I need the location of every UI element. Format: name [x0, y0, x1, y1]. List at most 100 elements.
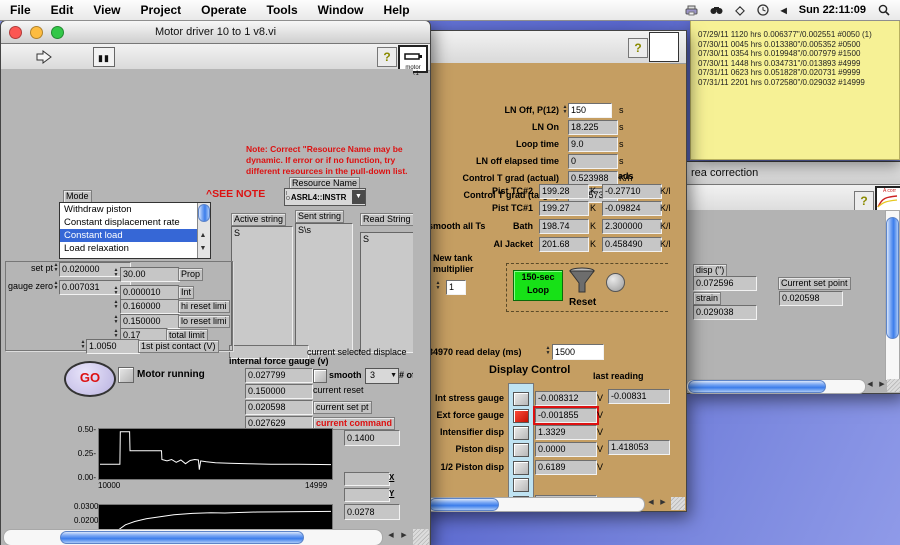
channel-display-button[interactable] [513, 478, 529, 492]
read-delay-field[interactable]: 1500 [552, 344, 604, 360]
loop-button[interactable]: 150-sec Loop [513, 270, 563, 301]
param-field[interactable]: 0.160000 [120, 299, 180, 314]
mode-listbox[interactable]: Withdraw piston Constant displacement rat… [59, 202, 211, 259]
motor-toolbar: ▮▮ ? motor 10:1 [1, 44, 430, 77]
menu-item-help[interactable]: Help [374, 0, 420, 20]
area-vscrollbar[interactable] [885, 210, 900, 381]
motor-running-checkbox[interactable] [118, 367, 134, 383]
diamond-icon[interactable]: ◇ [735, 3, 744, 17]
chart0-x-scale-label[interactable]: X [389, 473, 394, 482]
param-spinner[interactable]: ▲ ▼ [112, 315, 120, 325]
pause-button[interactable]: ▮▮ [93, 47, 115, 67]
channel-value-field: 0.6189 [535, 460, 597, 475]
area-vscroll-thumb[interactable] [886, 217, 899, 339]
menu-item-tools[interactable]: Tools [257, 0, 308, 20]
channel-display-button[interactable] [513, 461, 529, 475]
menu-item-file[interactable]: File [0, 0, 41, 20]
area-help-button[interactable]: ? [854, 191, 874, 211]
channel-display-button[interactable] [513, 409, 529, 423]
motor-hscroll-right-arrow[interactable]: ▶ [398, 531, 410, 541]
notes-window[interactable]: 07/29/11 1120 hrs 0.006377"/0.002551 #00… [690, 20, 900, 160]
param-field[interactable]: 0.150000 [120, 314, 180, 329]
read-delay-spinner[interactable]: ▲ ▼ [544, 346, 552, 356]
minimize-button[interactable] [30, 26, 43, 39]
control-grow-corner[interactable] [671, 497, 685, 510]
channel-display-button[interactable] [513, 392, 529, 406]
control-hscroll-right-arrow[interactable]: ▶ [657, 498, 669, 508]
new-tank-spinner[interactable]: ▲ ▼ [434, 281, 442, 291]
area-hscrollbar[interactable] [686, 379, 866, 394]
menu-item-edit[interactable]: Edit [41, 0, 84, 20]
mute-icon[interactable]: ◀ [781, 6, 787, 15]
temp-row-label: Pist TC#2 [491, 186, 533, 196]
motor-grow-corner[interactable] [413, 529, 429, 545]
string-column-value[interactable]: S\s [295, 223, 353, 353]
close-button[interactable] [9, 26, 22, 39]
mode-scroll-up-arrow[interactable]: ▲ [197, 231, 209, 241]
motor-hscroll-thumb[interactable] [60, 531, 304, 544]
binoculars-icon[interactable] [710, 5, 723, 15]
grad-field: 0.458490 [602, 237, 662, 252]
param-field[interactable]: 30.00 [120, 267, 180, 282]
channel-display-button[interactable] [513, 426, 529, 440]
motor-hscrollbar[interactable] [3, 529, 383, 545]
chart0-x-scale-box[interactable] [344, 472, 390, 486]
control-hscroll-left-arrow[interactable]: ◀ [645, 498, 657, 508]
log-line: 07/31/11 2201 hrs 0.072580"/0.029032 #14… [698, 77, 865, 87]
menu-item-window[interactable]: Window [308, 0, 374, 20]
temp-field: 199.27 [539, 201, 589, 216]
channel-display-button[interactable] [513, 443, 529, 457]
menu-item-project[interactable]: Project [130, 0, 191, 20]
control-hscroll-thumb[interactable] [429, 498, 499, 511]
area-window-titlebar[interactable]: rea correction [686, 162, 900, 185]
param-spinner[interactable]: ▲ ▼ [112, 286, 120, 296]
chart0-y-scale-label[interactable]: Y [389, 489, 394, 498]
param-spinner[interactable]: ▲ ▼ [112, 268, 120, 278]
motor-help-button[interactable]: ? [377, 47, 397, 67]
mode-item-1[interactable]: Constant displacement rate [60, 216, 200, 229]
go-button[interactable]: GO [64, 361, 116, 397]
mode-scroll-thumb[interactable] [198, 204, 210, 222]
mode-item-0[interactable]: Withdraw piston [60, 203, 200, 216]
param-spinner[interactable]: ▲ ▼ [112, 300, 120, 310]
reset-led[interactable] [606, 273, 625, 292]
dropdown-arrow-icon[interactable]: ▼ [390, 369, 397, 382]
new-tank-field[interactable]: 1 [446, 280, 466, 295]
param-field[interactable]: 0.000010 [120, 285, 180, 300]
param-spinner[interactable]: ▲ ▼ [112, 329, 120, 339]
dropdown-arrow-icon[interactable]: ▼ [352, 190, 365, 204]
motor-window-title: Motor driver 10 to 1 v8.vi [154, 26, 277, 38]
control-hscrollbar[interactable] [425, 497, 645, 512]
mode-item-2[interactable]: Constant load [60, 229, 200, 242]
pist-contact-field[interactable]: 1.0050 [86, 339, 140, 354]
history-icon[interactable] [756, 4, 769, 16]
battery-icon [404, 53, 422, 60]
control-help-button[interactable]: ? [628, 38, 648, 58]
temp-unit: K [590, 186, 597, 196]
spotlight-icon[interactable] [878, 4, 890, 16]
menu-item-view[interactable]: View [83, 0, 130, 20]
string-column-value[interactable]: S [231, 226, 293, 352]
zoom-button[interactable] [51, 26, 64, 39]
area-hscroll-left-arrow[interactable]: ◀ [864, 380, 876, 390]
smooth-checkbox[interactable] [313, 369, 327, 383]
control-vi-icon[interactable] [649, 32, 679, 62]
chart0-y-scale-box[interactable] [344, 488, 390, 502]
string-column-value[interactable]: S [360, 232, 413, 353]
funnel-icon[interactable] [567, 267, 597, 300]
num-points-dropdown[interactable]: 3 ▼ [365, 368, 399, 384]
area-hscroll-thumb[interactable] [688, 380, 826, 393]
mode-scrollbar[interactable]: ▲ ▼ [197, 203, 210, 258]
chart-ytick: 0.0200- [74, 515, 102, 525]
run-button[interactable] [35, 50, 52, 69]
mode-scroll-down-arrow[interactable]: ▼ [197, 244, 209, 254]
control-row-field[interactable]: 150 [568, 103, 612, 118]
resource-dropdown[interactable]: IO ASRL4::INSTR ▼ [284, 188, 366, 206]
mode-item-3[interactable]: Load relaxation [60, 242, 200, 255]
motor-window-titlebar[interactable]: Motor driver 10 to 1 v8.vi [1, 21, 430, 44]
area-grow-corner[interactable] [887, 379, 900, 392]
menu-clock[interactable]: Sun 22:11:09 [799, 4, 866, 16]
printer-icon[interactable] [685, 5, 698, 16]
menu-item-operate[interactable]: Operate [191, 0, 256, 20]
motor-hscroll-left-arrow[interactable]: ◀ [385, 531, 397, 541]
